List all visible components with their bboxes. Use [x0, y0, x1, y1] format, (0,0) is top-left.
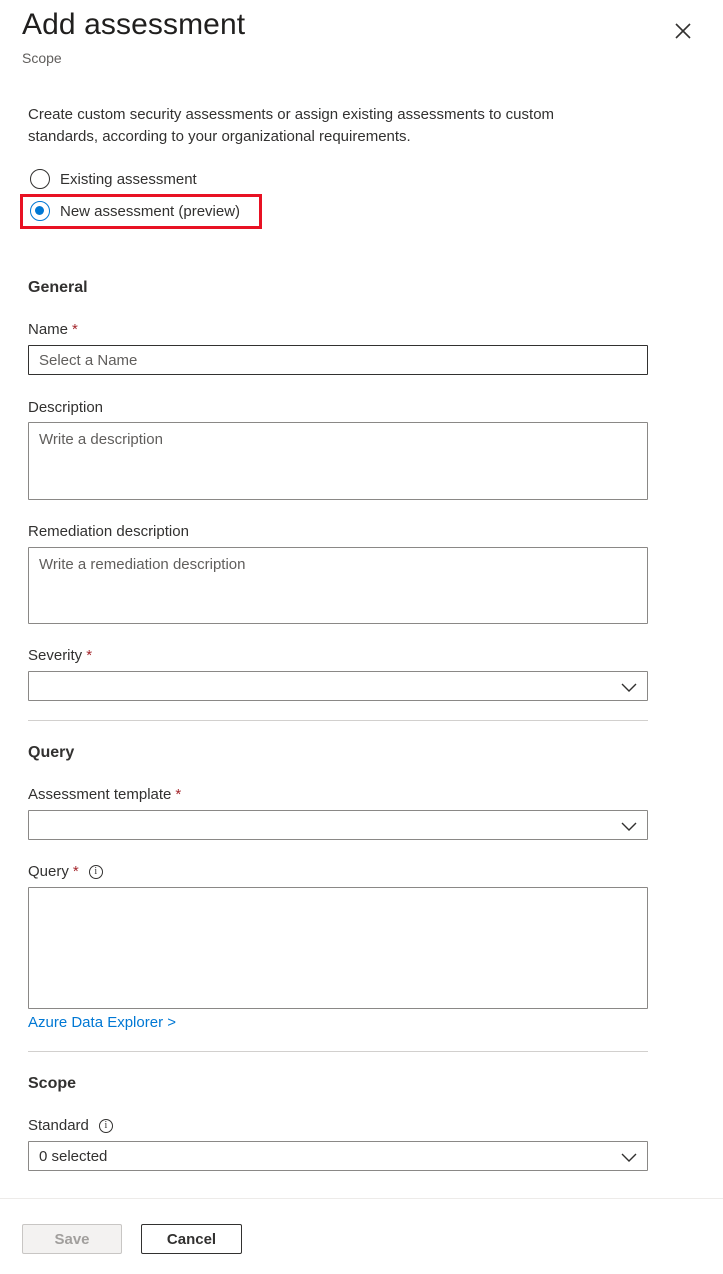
name-label-text: Name — [28, 321, 69, 338]
save-button[interactable]: Save — [22, 1224, 122, 1254]
standard-dropdown[interactable]: 0 selected — [28, 1141, 648, 1171]
severity-label: Severity * — [28, 647, 92, 664]
name-input[interactable] — [28, 345, 648, 375]
required-marker: * — [72, 863, 79, 880]
description-label: Description — [28, 399, 104, 416]
section-heading-scope: Scope — [28, 1075, 77, 1092]
divider — [28, 720, 648, 721]
radio-existing-assessment[interactable]: Existing assessment — [30, 169, 197, 189]
standard-label: Standard i — [28, 1117, 113, 1134]
section-heading-query: Query — [28, 744, 75, 761]
remediation-textarea[interactable] — [28, 547, 648, 624]
description-textarea[interactable] — [28, 422, 648, 500]
severity-label-text: Severity — [28, 647, 83, 664]
severity-dropdown[interactable] — [28, 671, 648, 701]
required-marker: * — [86, 647, 93, 664]
panel-subtitle: Scope — [22, 50, 62, 66]
query-textarea[interactable] — [28, 887, 648, 1009]
info-icon[interactable]: i — [88, 864, 103, 879]
highlight-box — [20, 194, 262, 229]
remediation-label: Remediation description — [28, 523, 189, 540]
panel-title: Add assessment — [22, 8, 246, 41]
standard-value: 0 selected — [39, 1147, 108, 1165]
close-icon[interactable] — [672, 20, 694, 42]
intro-text: Create custom security assessments or as… — [28, 106, 555, 145]
name-label: Name * — [28, 321, 78, 338]
required-marker: * — [72, 321, 78, 338]
standard-label-text: Standard — [28, 1117, 89, 1134]
chevron-down-icon — [621, 822, 637, 831]
azure-data-explorer-link[interactable]: Azure Data Explorer > — [28, 1014, 176, 1031]
query-label-text: Query — [28, 863, 69, 880]
chevron-down-icon — [621, 1153, 637, 1162]
assessment-template-label: Assessment template * — [28, 786, 181, 803]
radio-button-unchecked[interactable] — [30, 169, 50, 189]
radio-label: Existing assessment — [60, 170, 197, 188]
template-label-text: Assessment template — [28, 786, 172, 803]
footer-divider — [0, 1198, 723, 1199]
assessment-template-dropdown[interactable] — [28, 810, 648, 840]
query-label: Query * i — [28, 863, 103, 880]
divider — [28, 1051, 648, 1052]
info-icon[interactable]: i — [98, 1118, 113, 1133]
section-heading-general: General — [28, 279, 88, 296]
chevron-down-icon — [621, 683, 637, 692]
required-marker: * — [175, 786, 182, 803]
cancel-button[interactable]: Cancel — [141, 1224, 242, 1254]
